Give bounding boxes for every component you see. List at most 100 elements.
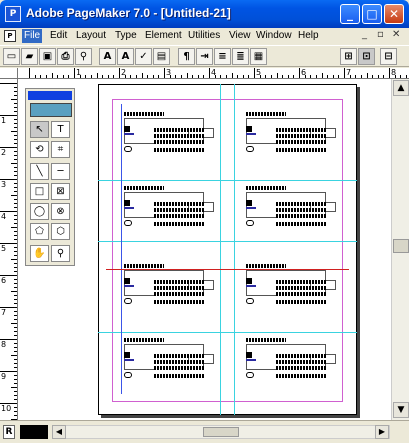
page-icon[interactable] <box>20 425 48 439</box>
zoom-icon[interactable]: ⊡ <box>358 48 375 65</box>
vertical-scrollbar[interactable]: ▲ ▼ <box>391 79 409 420</box>
scroll-up-icon[interactable]: ▲ <box>393 80 409 96</box>
ruler-tick <box>14 295 17 296</box>
vertical-scroll-thumb[interactable] <box>393 239 409 253</box>
menu-window[interactable]: Window <box>254 29 294 43</box>
print-icon[interactable]: ⎙ <box>57 48 74 65</box>
menu-utilities[interactable]: Utilities <box>186 29 222 43</box>
ruler-tick <box>96 73 98 78</box>
ruler-tick <box>14 135 17 136</box>
address-label-frame[interactable] <box>118 258 218 318</box>
horizontal-ruler[interactable]: 1 2 3 4 5 6 7 8 <box>18 68 409 79</box>
vertical-ruler[interactable]: 1 2 3 4 5 6 7 8 9 10 <box>0 79 18 420</box>
align-icon[interactable]: ≣ <box>232 48 249 65</box>
ruler-tick <box>321 73 323 78</box>
styles-icon[interactable]: ▤ <box>153 48 170 65</box>
pointer-tool-icon[interactable]: ↖ <box>30 121 49 138</box>
address-label-frame[interactable] <box>240 258 340 318</box>
ruler-label: 3 <box>1 180 7 189</box>
mdi-close-icon[interactable]: ✕ <box>392 29 400 40</box>
find-icon[interactable]: ⚲ <box>75 48 92 65</box>
menu-file[interactable]: File <box>22 29 43 43</box>
open-icon[interactable]: ▰ <box>21 48 38 65</box>
new-icon[interactable]: ▭ <box>3 48 20 65</box>
menu-edit[interactable]: Edit <box>48 29 69 43</box>
constrained-line-tool-icon[interactable]: ─ <box>51 163 70 180</box>
ruler-tick <box>14 167 17 168</box>
ruler-label: 4 <box>1 212 7 221</box>
zoom-tool-icon[interactable]: ⚲ <box>51 245 70 262</box>
text-tool-icon[interactable]: T <box>51 121 70 138</box>
menu-layout[interactable]: Layout <box>74 29 108 43</box>
ruler-tick <box>383 75 385 78</box>
label-underline <box>124 285 134 287</box>
spell-check-icon[interactable]: ✓ <box>135 48 152 65</box>
mdi-restore-icon[interactable]: ▫ <box>377 29 384 40</box>
polygon-tool-icon[interactable]: ⬠ <box>30 223 49 240</box>
save-icon[interactable]: ▣ <box>39 48 56 65</box>
address-label-frame[interactable] <box>118 180 218 240</box>
ruler-tick <box>180 75 182 78</box>
ruler-label: 8 <box>391 68 397 77</box>
scroll-left-icon[interactable]: ◀ <box>52 425 66 439</box>
layout-icon[interactable]: ▦ <box>250 48 267 65</box>
ruler-tick <box>276 73 278 78</box>
place-icon[interactable]: ⊞ <box>340 48 357 65</box>
line-tool-icon[interactable]: ╲ <box>30 163 49 180</box>
bullets-icon[interactable]: ≡ <box>214 48 231 65</box>
horizontal-scrollbar[interactable]: ◀ ▶ <box>52 425 390 439</box>
column-guide[interactable] <box>220 84 221 415</box>
ruler-tick <box>14 367 17 368</box>
ellipse-tool-icon[interactable]: ◯ <box>30 203 49 220</box>
address-label-frame[interactable] <box>118 332 218 392</box>
preview-icon[interactable]: ⊟ <box>380 48 397 65</box>
menu-help[interactable]: Help <box>296 29 321 43</box>
menu-element[interactable]: Element <box>143 29 184 43</box>
horizontal-scroll-thumb[interactable] <box>203 427 239 437</box>
hand-tool-icon[interactable]: ✋ <box>30 245 49 262</box>
ruler-tick <box>14 171 17 172</box>
ruler-tick <box>11 131 17 132</box>
label-greeked-text <box>276 286 326 290</box>
ruler-tick <box>209 68 210 78</box>
pagemaker-app-icon[interactable]: P <box>5 6 21 22</box>
polygon-frame-tool-icon[interactable]: ⬡ <box>51 223 70 240</box>
ruler-tick <box>270 75 272 78</box>
address-label-frame[interactable] <box>240 332 340 392</box>
title-bar[interactable]: P Adobe PageMaker 7.0 - [Untitled-21] _ … <box>0 0 409 28</box>
crop-tool-icon[interactable]: ⌗ <box>51 141 70 158</box>
mdi-minimize-icon[interactable]: _ <box>362 29 367 40</box>
rectangle-frame-tool-icon[interactable]: ⊠ <box>51 183 70 200</box>
document-icon[interactable]: P <box>4 30 16 42</box>
address-label-frame[interactable] <box>118 106 218 166</box>
ruler-tick <box>152 75 154 78</box>
column-guide[interactable] <box>234 84 235 415</box>
toolbox-title-bar[interactable] <box>28 91 72 100</box>
maximize-button[interactable]: □ <box>362 4 382 24</box>
label-greeked-text <box>276 208 326 212</box>
label-greeked-text <box>276 366 326 370</box>
address-label-frame[interactable] <box>240 180 340 240</box>
address-label-frame[interactable] <box>240 106 340 166</box>
menu-view[interactable]: View <box>227 29 253 43</box>
close-button[interactable]: ✕ <box>384 4 404 24</box>
scroll-right-icon[interactable]: ▶ <box>375 425 389 439</box>
text-tool-icon[interactable]: A <box>99 48 116 65</box>
scroll-down-icon[interactable]: ▼ <box>393 402 409 418</box>
ruler-corner[interactable] <box>0 68 18 79</box>
ruler-tick <box>141 73 143 78</box>
rotate-tool-icon[interactable]: ⟲ <box>30 141 49 158</box>
ellipse-frame-tool-icon[interactable]: ⊗ <box>51 203 70 220</box>
rectangle-tool-icon[interactable]: □ <box>30 183 49 200</box>
paragraph-icon[interactable]: ¶ <box>178 48 195 65</box>
selected-rule-line[interactable] <box>106 269 349 270</box>
ruler-tick <box>192 75 194 78</box>
master-page-icon[interactable]: R <box>3 425 15 439</box>
label-bullet-icon <box>124 278 130 284</box>
row-guide[interactable] <box>98 241 357 242</box>
menu-type[interactable]: Type <box>113 29 139 43</box>
font-size-icon[interactable]: A <box>117 48 134 65</box>
minimize-button[interactable]: _ <box>340 4 360 24</box>
indent-icon[interactable]: ⇥ <box>196 48 213 65</box>
label-logo-icon <box>124 146 132 152</box>
